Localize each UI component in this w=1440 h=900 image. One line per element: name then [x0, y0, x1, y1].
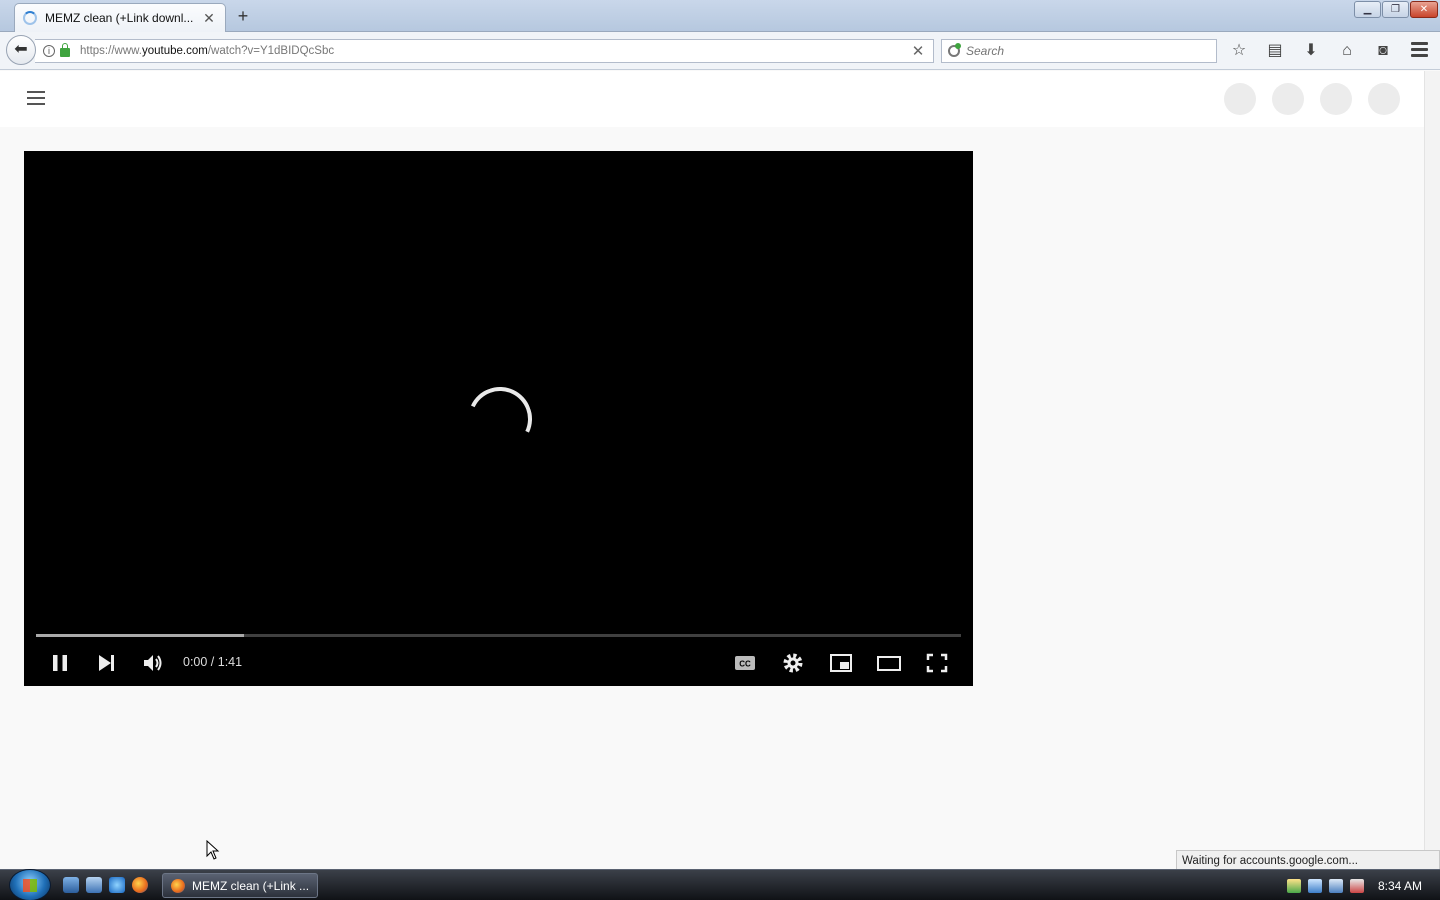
url-prefix: https://www. — [80, 45, 142, 57]
task-label: MEMZ clean (+Link ... — [192, 878, 310, 893]
guide-menu-icon[interactable] — [27, 91, 45, 105]
volume-muted-icon[interactable] — [1350, 878, 1364, 893]
progress-bar[interactable] — [36, 634, 961, 637]
svg-text:CC: CC — [739, 660, 751, 669]
tray-app-icon[interactable] — [1308, 878, 1322, 893]
bookmark-star-icon[interactable]: ☆ — [1224, 39, 1254, 63]
start-button[interactable] — [9, 869, 51, 900]
firefox-icon — [171, 878, 185, 893]
new-tab-button[interactable]: + — [233, 6, 253, 26]
tab-title: MEMZ clean (+Link downl... — [45, 11, 194, 25]
search-bar[interactable] — [941, 39, 1217, 63]
switch-windows-icon[interactable] — [86, 877, 102, 893]
url-path: /watch?v=Y1dBIDQcSbc — [207, 45, 335, 57]
placeholder-circle-icon — [1368, 83, 1400, 115]
nav-toolbar: i https://www.youtube.com/watch?v=Y1dBID… — [0, 32, 1440, 70]
pause-icon[interactable] — [42, 645, 78, 681]
loading-spinner-icon — [458, 377, 542, 461]
masthead-placeholder-icons — [1224, 83, 1400, 115]
minimize-button[interactable]: ▁ — [1354, 1, 1381, 18]
tab-close-icon[interactable]: ✕ — [201, 10, 217, 27]
tab-strip: MEMZ clean (+Link downl... ✕ + ▁ ❐ ✕ — [0, 0, 1440, 32]
captions-icon[interactable]: CC — [727, 645, 763, 681]
masthead — [0, 71, 1424, 127]
toolbar-icons: ☆ ▤ ⬇ ⌂ ◙ — [1224, 39, 1404, 63]
restore-button[interactable]: ❐ — [1382, 1, 1409, 18]
page-scrollbar[interactable] — [1424, 71, 1440, 869]
clock[interactable]: 8:34 AM — [1378, 879, 1422, 893]
network-icon[interactable] — [1329, 878, 1343, 893]
placeholder-circle-icon — [1224, 83, 1256, 115]
search-input[interactable] — [966, 44, 1206, 58]
miniplayer-icon[interactable] — [823, 645, 859, 681]
pocket-icon[interactable]: ◙ — [1368, 39, 1398, 63]
buffered-bar — [36, 634, 245, 637]
internet-explorer-icon[interactable] — [109, 877, 125, 893]
quick-launch — [63, 877, 148, 893]
video-player[interactable]: 0:00 / 1:41 CC — [24, 151, 973, 686]
time-display: 0:00 / 1:41 — [183, 655, 243, 669]
volume-icon[interactable] — [135, 645, 171, 681]
menu-icon[interactable] — [1411, 42, 1428, 58]
close-window-button[interactable]: ✕ — [1410, 1, 1438, 18]
system-tray: 8:34 AM — [1280, 870, 1440, 900]
youtube-page: 0:00 / 1:41 CC — [0, 71, 1424, 869]
security-tray-icon[interactable] — [1287, 878, 1301, 893]
tab-memz-clean[interactable]: MEMZ clean (+Link downl... ✕ — [14, 3, 226, 32]
reading-list-icon[interactable]: ▤ — [1260, 39, 1290, 63]
fullscreen-icon[interactable] — [919, 645, 955, 681]
placeholder-circle-icon — [1272, 83, 1304, 115]
firefox-icon[interactable] — [132, 877, 148, 893]
search-icon — [948, 43, 961, 57]
taskbar-firefox-window[interactable]: MEMZ clean (+Link ... — [162, 873, 318, 898]
player-controls: 0:00 / 1:41 CC — [36, 645, 961, 681]
theater-mode-icon[interactable] — [871, 645, 907, 681]
stop-loading-icon[interactable]: ✕ — [903, 42, 933, 60]
site-info-icon[interactable]: i — [43, 45, 55, 57]
url-domain: youtube.com — [142, 45, 208, 57]
loading-icon — [23, 11, 37, 25]
url-text[interactable]: https://www.youtube.com/watch?v=Y1dBIDQc… — [80, 45, 903, 57]
placeholder-circle-icon — [1320, 83, 1352, 115]
url-bar[interactable]: i https://www.youtube.com/watch?v=Y1dBID… — [35, 39, 934, 63]
next-icon[interactable] — [88, 645, 124, 681]
download-icon[interactable]: ⬇ — [1296, 39, 1326, 63]
show-desktop-icon[interactable] — [63, 877, 79, 893]
home-icon[interactable]: ⌂ — [1332, 39, 1362, 63]
taskbar: MEMZ clean (+Link ... 8:34 AM — [0, 869, 1440, 900]
back-button[interactable]: ⬅ — [6, 35, 36, 65]
lock-icon[interactable] — [60, 43, 70, 57]
window-controls: ▁ ❐ ✕ — [1354, 1, 1438, 18]
settings-icon[interactable] — [775, 645, 811, 681]
mouse-cursor-icon — [206, 840, 220, 860]
